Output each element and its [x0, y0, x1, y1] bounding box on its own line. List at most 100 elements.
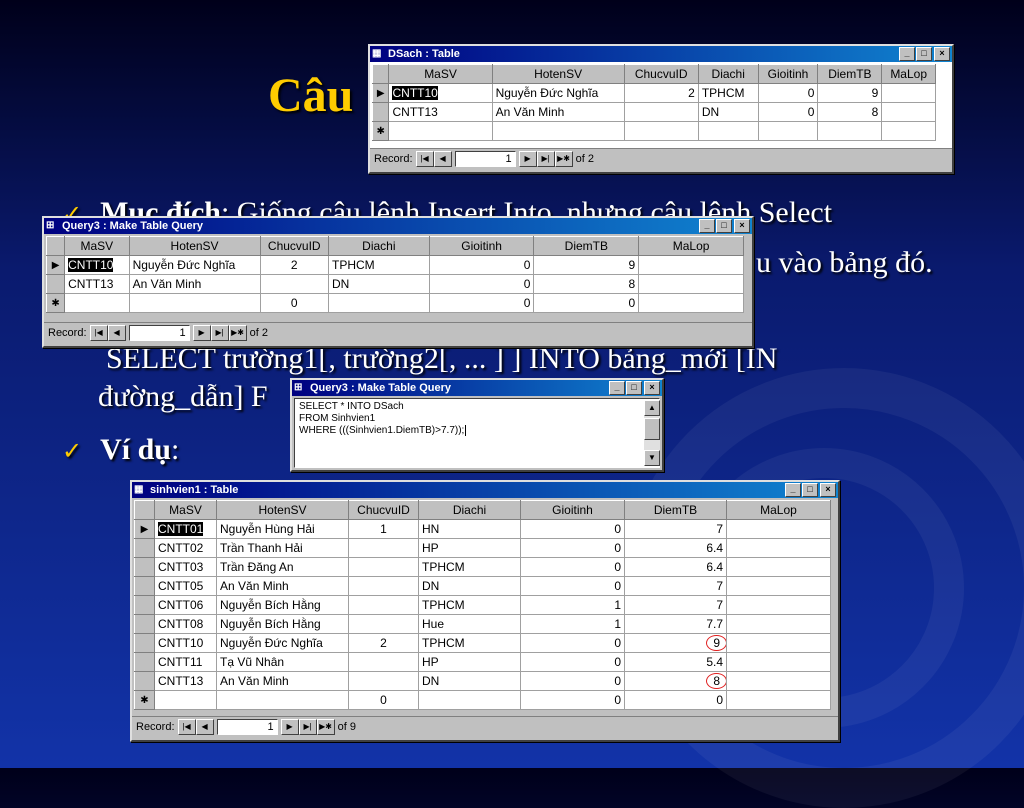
sinhvien-grid[interactable]: MaSV HotenSV ChucvuID Diachi Gioitinh Di…	[134, 500, 831, 710]
column-header[interactable]: MaSV	[154, 500, 217, 520]
cell-masv[interactable]: CNTT08	[154, 614, 217, 634]
cell-masv[interactable]: CNTT10	[154, 633, 217, 653]
empty-cell[interactable]	[491, 121, 625, 141]
cell-masv[interactable]: CNTT02	[154, 538, 217, 558]
last-record-button[interactable]: ▶|	[536, 151, 555, 167]
column-header[interactable]: MaSV	[388, 64, 493, 84]
cell-gioitinh[interactable]: 0	[520, 652, 625, 672]
cell-diemtb[interactable]: 7	[624, 576, 727, 596]
table-row[interactable]: ▶ CNTT10 Nguyễn Đức Nghĩa 2 TPHCM 0 9	[371, 83, 936, 103]
cell-gioitinh[interactable]: 0	[520, 538, 625, 558]
cell-diemtb[interactable]: 6.4	[624, 557, 727, 577]
record-number-input[interactable]: 1	[454, 151, 516, 167]
next-record-button[interactable]: ▶	[280, 719, 299, 735]
query-titlebar[interactable]: ⊞ Query3 : Make Table Query _ □ ×	[44, 218, 752, 234]
cell-hotensv[interactable]: Tạ Vũ Nhân	[216, 652, 349, 672]
cell-gioitinh[interactable]: 0	[520, 690, 625, 710]
cell-diachi[interactable]: DN	[418, 671, 521, 691]
table-row[interactable]: CNTT11 Tạ Vũ Nhân HP 0 5.4	[134, 652, 831, 672]
cell-gioitinh[interactable]: 0	[428, 255, 535, 275]
cell-gioitinh[interactable]: 0	[757, 102, 819, 122]
cell-hotensv[interactable]: An Văn Minh	[216, 671, 349, 691]
cell-malop[interactable]	[638, 255, 744, 275]
empty-cell[interactable]	[623, 121, 699, 141]
new-record-icon[interactable]: ✱	[134, 690, 155, 710]
cell-chucvuid[interactable]	[348, 652, 419, 672]
cell-hotensv[interactable]: Nguyễn Đức Nghĩa	[491, 83, 625, 103]
cell-gioitinh[interactable]: 0	[520, 633, 625, 653]
cell-chucvuid[interactable]: 0	[348, 690, 419, 710]
record-number-input[interactable]: 1	[216, 719, 278, 735]
prev-record-button[interactable]: ◀	[433, 151, 452, 167]
cell-masv[interactable]: CNTT13	[388, 102, 493, 122]
cell-diachi[interactable]: HP	[418, 538, 521, 558]
cell-hotensv[interactable]: Nguyễn Bích Hằng	[216, 614, 349, 634]
table-row[interactable]: ▶ CNTT01 Nguyễn Hùng Hải 1 HN 0 7	[134, 519, 831, 539]
cell-masv[interactable]	[154, 690, 217, 710]
table-row[interactable]: CNTT13 An Văn Minh DN 0 8	[371, 102, 936, 122]
row-selector[interactable]	[134, 671, 155, 691]
cell-malop[interactable]	[881, 83, 936, 103]
cell-diachi[interactable]: HP	[418, 652, 521, 672]
cell-hotensv[interactable]: An Văn Minh	[491, 102, 625, 122]
scroll-down-icon[interactable]: ▼	[644, 450, 660, 466]
cell-diachi[interactable]: TPHCM	[328, 255, 430, 275]
column-header[interactable]: DiemTB	[533, 236, 640, 256]
maximize-button[interactable]: □	[716, 219, 732, 233]
cell-malop[interactable]	[726, 538, 831, 558]
cell-hotensv[interactable]: Nguyễn Bích Hằng	[216, 595, 349, 615]
query-grid[interactable]: MaSV HotenSV ChucvuID Diachi Gioitinh Di…	[45, 236, 744, 313]
empty-cell[interactable]	[388, 121, 493, 141]
cell-diachi[interactable]: TPHCM	[697, 83, 759, 103]
cell-chucvuid[interactable]	[348, 595, 419, 615]
column-header[interactable]: ChucvuID	[259, 236, 330, 256]
cell-chucvuid[interactable]	[259, 274, 330, 294]
current-record-icon[interactable]: ▶	[134, 519, 155, 539]
row-selector[interactable]	[371, 102, 390, 122]
cell-chucvuid[interactable]: 2	[623, 83, 699, 103]
cell-malop[interactable]	[726, 519, 831, 539]
row-selector[interactable]	[134, 557, 155, 577]
column-header[interactable]: DiemTB	[817, 64, 883, 84]
cell-chucvuid[interactable]	[348, 557, 419, 577]
current-record-icon[interactable]: ▶	[45, 255, 66, 275]
close-button[interactable]: ×	[934, 47, 950, 61]
prev-record-button[interactable]: ◀	[107, 325, 126, 341]
minimize-button[interactable]: _	[785, 483, 801, 497]
last-record-button[interactable]: ▶|	[210, 325, 229, 341]
column-header[interactable]: Diachi	[418, 500, 521, 520]
sql-titlebar[interactable]: ⊞ Query3 : Make Table Query _ □ ×	[292, 380, 662, 396]
sinhvien-titlebar[interactable]: ▦ sinhvien1 : Table _ □ ×	[132, 482, 838, 498]
corner-cell[interactable]	[134, 500, 155, 520]
cell-gioitinh[interactable]: 0	[757, 83, 819, 103]
cell-diemtb[interactable]: 5.4	[624, 652, 727, 672]
empty-cell[interactable]	[697, 121, 759, 141]
table-row[interactable]: CNTT06 Nguyễn Bích Hằng TPHCM 1 7	[134, 595, 831, 615]
cell-masv[interactable]: CNTT11	[154, 652, 217, 672]
row-selector[interactable]	[134, 652, 155, 672]
column-header[interactable]: ChucvuID	[623, 64, 699, 84]
first-record-button[interactable]: |◀	[177, 719, 196, 735]
corner-cell[interactable]	[45, 236, 66, 256]
sinhvien-table-window[interactable]: ▦ sinhvien1 : Table _ □ × MaSV HotenSV C…	[130, 480, 840, 742]
cell-diemtb[interactable]: 9	[533, 255, 640, 275]
cell-malop[interactable]	[638, 293, 744, 313]
column-header[interactable]: Gioitinh	[520, 500, 625, 520]
cell-diemtb[interactable]: 8	[817, 102, 883, 122]
column-header[interactable]: ChucvuID	[348, 500, 419, 520]
new-record-icon[interactable]: ✱	[371, 121, 390, 141]
cell-diemtb[interactable]: 8	[624, 671, 727, 691]
empty-cell[interactable]	[817, 121, 883, 141]
cell-masv[interactable]: CNTT01	[154, 519, 217, 539]
first-record-button[interactable]: |◀	[415, 151, 434, 167]
cell-diachi[interactable]: DN	[418, 576, 521, 596]
first-record-button[interactable]: |◀	[89, 325, 108, 341]
current-record-icon[interactable]: ▶	[371, 83, 390, 103]
minimize-button[interactable]: _	[609, 381, 625, 395]
cell-hotensv[interactable]: Nguyễn Đức Nghĩa	[216, 633, 349, 653]
new-record-button[interactable]: ▶✱	[316, 719, 335, 735]
cell-diemtb[interactable]: 9	[624, 633, 727, 653]
row-selector[interactable]	[134, 576, 155, 596]
column-header[interactable]: MaLop	[726, 500, 831, 520]
cell-masv[interactable]: CNTT06	[154, 595, 217, 615]
